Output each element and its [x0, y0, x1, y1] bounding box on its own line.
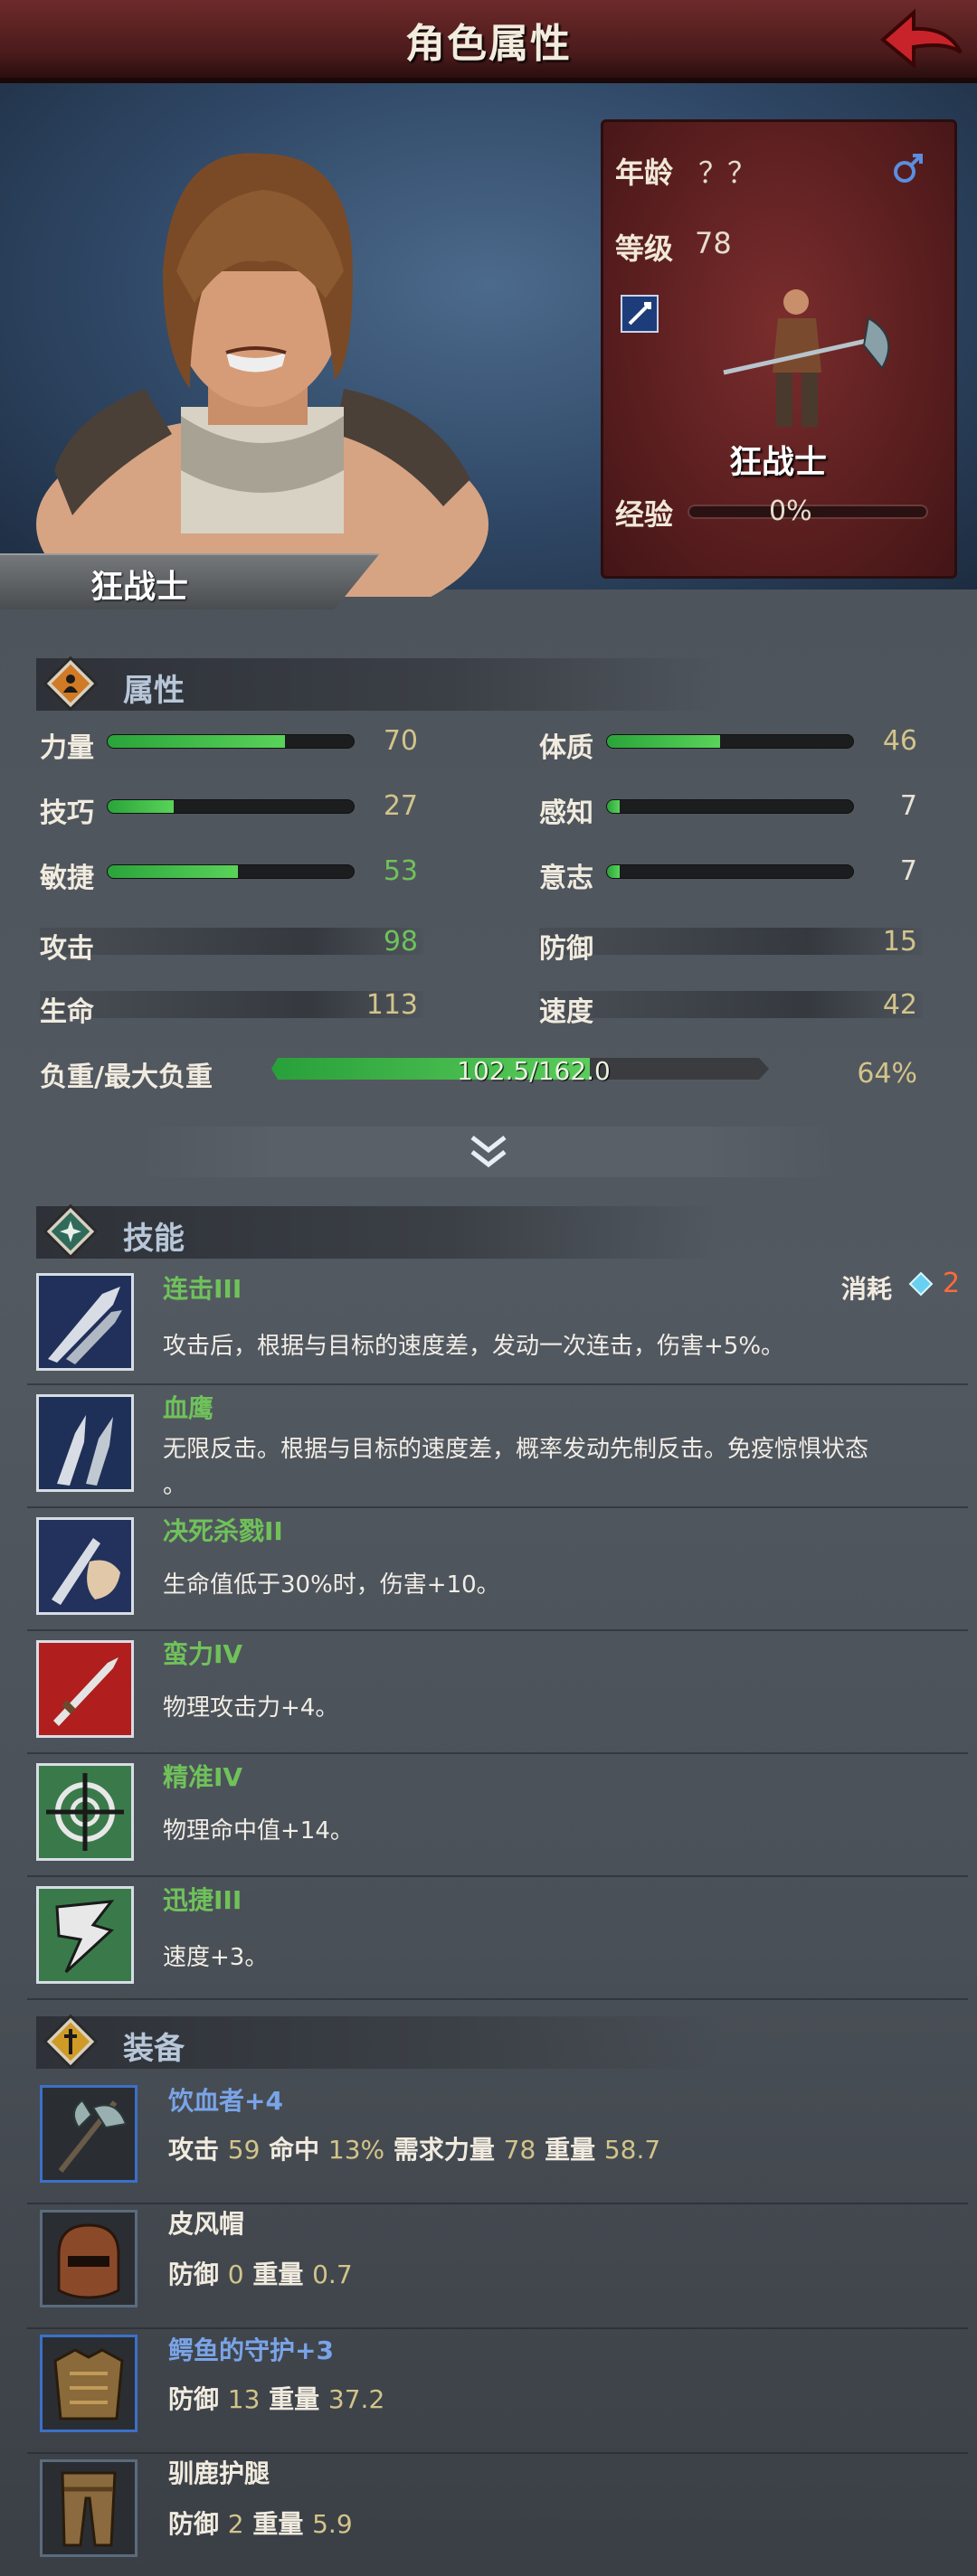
stat-label: 技巧	[40, 797, 94, 829]
equipment-row[interactable]: 驯鹿护腿 防御 2 重量 5.9	[27, 2454, 968, 2576]
skills-icon	[43, 1204, 98, 1259]
stat-value: 46	[882, 725, 917, 757]
stat-label: 意志	[539, 863, 593, 894]
equipment-name: 饮血者+4	[168, 2081, 283, 2118]
exp-label: 经验	[615, 497, 674, 532]
equipment-name-text: 鳄鱼的守护	[168, 2335, 296, 2365]
level-label: 等级	[615, 231, 674, 266]
skill-name: 连击III	[163, 1274, 242, 1304]
skill-name: 蛮力IV	[163, 1639, 243, 1669]
equipment-name: 鳄鱼的守护+3	[168, 2331, 334, 2367]
speed-value: 42	[882, 989, 917, 1021]
skill-row[interactable]: 迅捷III 速度+3。	[27, 1879, 968, 2000]
skill-desc: 物理攻击力+4。	[163, 1694, 339, 1722]
attack-value: 98	[383, 926, 418, 958]
stat-value: 70	[383, 725, 418, 757]
stat-label: 体质	[539, 732, 593, 764]
blood-eagle-skill-icon	[36, 1394, 134, 1492]
class-weapon-icon	[621, 295, 659, 333]
brute-force-skill-icon	[36, 1640, 134, 1738]
skill-name: 迅捷III	[163, 1885, 242, 1915]
skill-desc: 物理命中值+14。	[163, 1817, 354, 1845]
swift-skill-icon	[36, 1886, 134, 1984]
skill-desc: 无限反击。根据与目标的速度差，概率发动先制反击。免疫惊惧状态	[163, 1436, 869, 1463]
load-value: 102.5/162.0	[457, 1056, 611, 1086]
character-name: 狂战士	[90, 569, 189, 606]
skill-row[interactable]: 血鹰 无限反击。根据与目标的速度差，概率发动先制反击。免疫惊惧状态 。	[27, 1387, 968, 1508]
attributes-title: 属性	[123, 673, 185, 709]
equipment-icon	[43, 2015, 98, 2069]
skill-row[interactable]: 连击III 攻击后，根据与目标的速度差，发动一次连击，伤害+5%。	[27, 1264, 968, 1385]
age-value: ？？	[698, 156, 757, 190]
equipment-stats: 攻击 59 命中 13% 需求力量 78 重量 58.7	[168, 2135, 661, 2165]
leg-guards-icon	[40, 2459, 138, 2557]
equipment-row[interactable]: 鳄鱼的守护+3 防御 13 重量 37.2	[27, 2329, 968, 2454]
equipment-enhance: +4	[244, 2086, 283, 2116]
equipment-enhance: +3	[295, 2335, 334, 2365]
page-title: 角色属性	[405, 21, 572, 67]
combo-skill-icon	[36, 1273, 134, 1371]
equipment-row[interactable]: 皮风帽 防御 0 重量 0.7	[27, 2204, 968, 2329]
stat-label: 力量	[40, 732, 94, 764]
hp-label: 生命	[40, 996, 94, 1028]
stat-bar-willpower	[606, 864, 854, 879]
precision-skill-icon	[36, 1763, 134, 1861]
skill-name: 血鹰	[163, 1393, 214, 1423]
equipment-name: 驯鹿护腿	[168, 2458, 270, 2488]
speed-label: 速度	[539, 996, 593, 1028]
stat-label: 敏捷	[40, 863, 94, 894]
skills-title: 技能	[123, 1221, 185, 1257]
attributes-icon	[43, 656, 98, 711]
equipment-name-text: 饮血者	[168, 2086, 245, 2116]
skill-row[interactable]: 决死杀戮II 生命值低于30%时，伤害+10。	[27, 1510, 968, 1631]
load-percent: 64%	[857, 1058, 917, 1090]
skill-desc: 生命值低于30%时，伤害+10。	[163, 1571, 500, 1599]
stat-bar-strength	[107, 734, 355, 749]
skill-name: 精准IV	[163, 1762, 243, 1792]
stat-value: 27	[383, 790, 418, 822]
hp-value: 113	[365, 989, 418, 1021]
double-chevron-down-icon	[470, 1136, 507, 1168]
stat-bar-constitution	[606, 734, 854, 749]
age-label: 年龄	[615, 156, 674, 190]
equipment-name: 皮风帽	[168, 2209, 245, 2239]
skill-desc-continued: 。	[163, 1472, 187, 1499]
defense-value: 15	[882, 926, 917, 958]
equipment-stats: 防御 0 重量 0.7	[168, 2260, 353, 2289]
male-icon	[894, 154, 923, 183]
skill-desc: 攻击后，根据与目标的速度差，发动一次连击，伤害+5%。	[163, 1333, 785, 1360]
expand-button[interactable]	[136, 1127, 841, 1177]
skill-desc: 速度+3。	[163, 1944, 269, 1971]
stat-bar-perception	[606, 799, 854, 814]
stat-value: 7	[899, 855, 917, 887]
axe-icon	[40, 2085, 138, 2183]
leather-hood-icon	[40, 2210, 138, 2307]
character-portrait	[36, 153, 488, 597]
equipment-stats: 防御 13 重量 37.2	[168, 2384, 385, 2414]
defense-label: 防御	[539, 933, 593, 965]
stat-value: 53	[383, 855, 418, 887]
stat-label: 感知	[539, 797, 593, 829]
equipment-stats: 防御 2 重量 5.9	[168, 2509, 353, 2539]
class-name: 狂战士	[728, 444, 827, 481]
level-value: 78	[695, 226, 732, 260]
load-label: 负重/最大负重	[40, 1062, 213, 1093]
equipment-row[interactable]: 饮血者+4 攻击 59 命中 13% 需求力量 78 重量 58.7	[27, 2080, 968, 2204]
exp-value: 0%	[769, 495, 812, 527]
berserker-figure-icon	[723, 289, 890, 427]
skill-name: 决死杀戮II	[163, 1516, 283, 1546]
skill-row[interactable]: 蛮力IV 物理攻击力+4。	[27, 1633, 968, 1754]
stat-bar-agility	[107, 864, 355, 879]
skill-row[interactable]: 精准IV 物理命中值+14。	[27, 1756, 968, 1877]
armor-icon	[40, 2335, 138, 2432]
stat-bar-skill	[107, 799, 355, 814]
equipment-title: 装备	[123, 2031, 185, 2067]
attack-label: 攻击	[40, 933, 94, 965]
back-arrow-icon[interactable]	[876, 5, 966, 74]
stat-value: 7	[899, 790, 917, 822]
deathmatch-skill-icon	[36, 1517, 134, 1615]
